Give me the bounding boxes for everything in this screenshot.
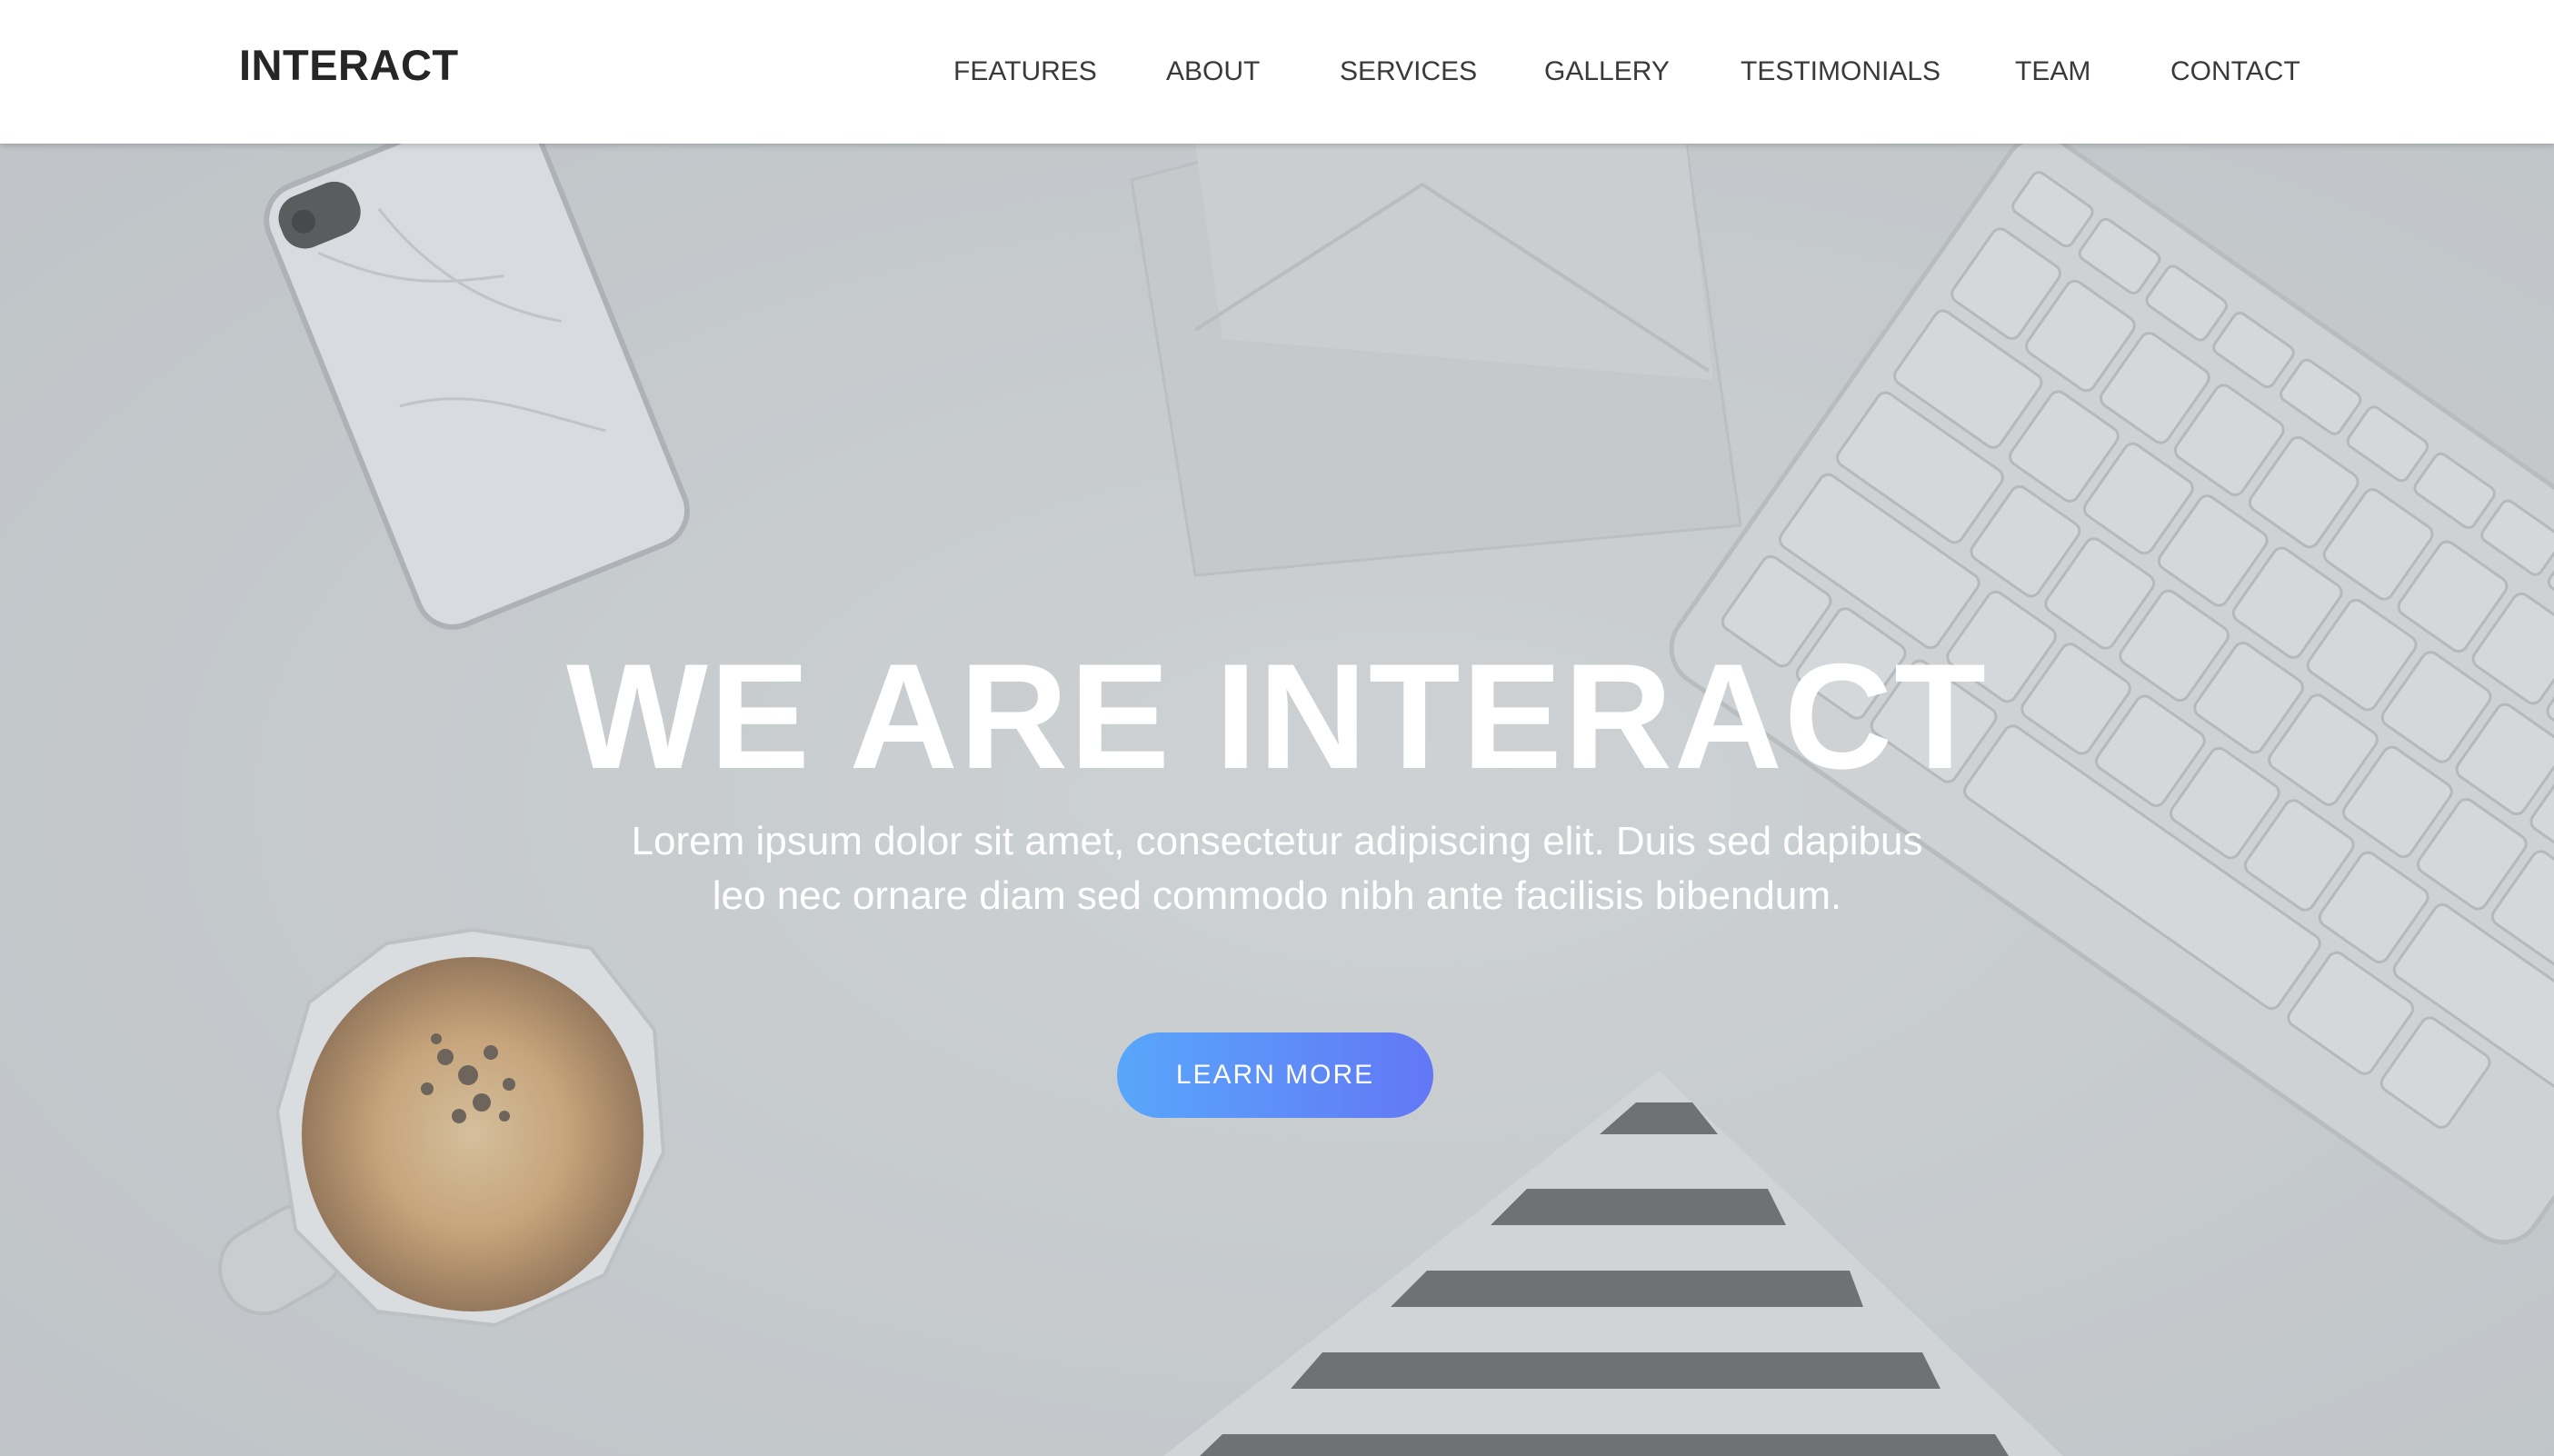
learn-more-button[interactable]: LEARN MORE	[1117, 1032, 1433, 1118]
hero-background-image	[0, 144, 2554, 1456]
hero-title: WE ARE INTERACT	[566, 633, 1988, 800]
hero-section: WE ARE INTERACT Lorem ipsum dolor sit am…	[0, 144, 2554, 1456]
brand-logo[interactable]: INTERACT	[239, 40, 459, 90]
hero-description-line-1: Lorem ipsum dolor sit amet, consectetur …	[631, 819, 1923, 863]
nav-link-gallery[interactable]: GALLERY	[1544, 56, 1670, 87]
nav-link-testimonials[interactable]: TESTIMONIALS	[1741, 56, 1940, 87]
nav-link-about[interactable]: ABOUT	[1166, 56, 1260, 87]
nav-link-contact[interactable]: CONTACT	[2170, 56, 2300, 87]
nav-link-team[interactable]: TEAM	[2015, 56, 2090, 87]
nav-link-services[interactable]: SERVICES	[1340, 56, 1477, 87]
nav-link-features[interactable]: FEATURES	[953, 56, 1097, 87]
navbar: INTERACT FEATURES ABOUT SERVICES GALLERY…	[0, 0, 2554, 144]
hero-description-line-2: leo nec ornare diam sed commodo nibh ant…	[712, 873, 1842, 918]
